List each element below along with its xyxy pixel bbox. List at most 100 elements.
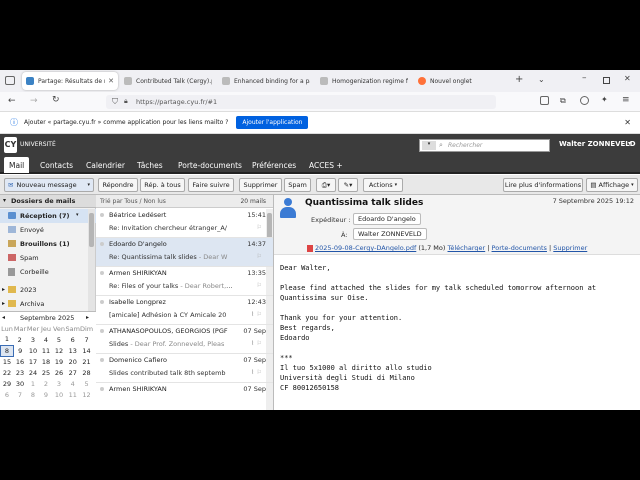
close-icon[interactable]: ✕ xyxy=(108,77,114,85)
day-cell-today[interactable]: 8 xyxy=(0,344,14,357)
recipient-chip[interactable]: Walter ZONNEVELD xyxy=(353,228,427,240)
day-cell[interactable]: 18 xyxy=(40,356,53,367)
day-cell[interactable]: 23 xyxy=(14,367,27,378)
day-cell[interactable]: 4 xyxy=(40,334,53,345)
pocket-icon[interactable] xyxy=(540,96,549,105)
menu-icon[interactable]: ≡ xyxy=(622,95,630,105)
folder-spam[interactable]: Spam xyxy=(0,251,96,265)
forward-icon[interactable]: → xyxy=(30,96,38,106)
back-icon[interactable]: ← xyxy=(8,96,16,106)
day-cell[interactable]: 7 xyxy=(80,334,93,345)
actions-button[interactable]: Actions ▾ xyxy=(363,178,403,192)
day-cell[interactable]: 25 xyxy=(40,367,53,378)
unread-dot-icon[interactable] xyxy=(100,213,104,217)
chevron-down-icon[interactable]: ▾ xyxy=(3,197,6,204)
day-cell[interactable]: 7 xyxy=(14,389,27,400)
day-cell[interactable]: 15 xyxy=(1,356,14,367)
day-cell[interactable]: 2 xyxy=(14,334,27,345)
search-input[interactable]: Rechercher xyxy=(448,142,482,149)
tab-preferences[interactable]: Préférences xyxy=(247,157,301,173)
chevron-right-icon[interactable]: ▸ xyxy=(2,300,5,307)
display-button[interactable]: ▤ Affichage ▾ xyxy=(586,178,638,192)
list-item-selected[interactable]: Edoardo D'angelo 14:37 Re: Quantissima t… xyxy=(96,238,273,267)
folder-inbox[interactable]: Réception (7) ▾ xyxy=(0,209,96,223)
tab-enhanced-binding[interactable]: Enhanced binding for a partic xyxy=(218,72,314,90)
account-icon[interactable] xyxy=(580,96,589,105)
day-cell[interactable]: 16 xyxy=(14,356,27,367)
extensions-icon[interactable]: ⧉ xyxy=(560,96,566,106)
read-more-button[interactable]: Lire plus d'informations xyxy=(503,178,583,192)
new-tab-icon[interactable]: + xyxy=(515,74,523,85)
spam-button[interactable]: Spam xyxy=(284,178,311,192)
day-cell[interactable]: 6 xyxy=(1,389,14,400)
forward-button[interactable]: Faire suivre xyxy=(188,178,234,192)
day-cell[interactable]: 22 xyxy=(1,367,14,378)
unread-dot-icon[interactable] xyxy=(100,242,104,246)
chevron-right-icon[interactable]: ▸ xyxy=(2,286,5,293)
puzzle-icon[interactable]: ✦ xyxy=(601,95,608,104)
search-type-icon[interactable]: ▾ xyxy=(422,141,436,150)
tab-partage[interactable]: Partage: Résultats de rech ✕ xyxy=(22,72,118,90)
day-cell[interactable]: 8 xyxy=(27,389,40,400)
tab-contributed-talk[interactable]: Contributed Talk (Cergy).pdf xyxy=(120,72,216,90)
folder-archiva[interactable]: ▸ Archiva xyxy=(0,297,96,311)
flag-icon[interactable]: ⚐ xyxy=(257,253,262,260)
day-cell[interactable]: 9 xyxy=(14,345,27,356)
day-cell[interactable]: 24 xyxy=(27,367,40,378)
chevron-down-icon[interactable]: ▾ xyxy=(87,182,90,188)
day-cell[interactable]: 10 xyxy=(53,389,66,400)
flag-icon[interactable]: ⚐ xyxy=(257,311,262,318)
reload-icon[interactable]: ↻ xyxy=(52,95,60,105)
tab-homogenization[interactable]: Homogenization regime for s xyxy=(316,72,412,90)
delete-button[interactable]: Supprimer xyxy=(239,178,282,192)
folder-trash[interactable]: Corbeille xyxy=(0,265,96,279)
flag-icon[interactable]: ⚐ xyxy=(257,282,262,289)
day-cell[interactable]: 3 xyxy=(27,334,40,345)
folder-2023[interactable]: ▸ 2023 xyxy=(0,283,96,297)
day-cell[interactable]: 3 xyxy=(53,378,66,389)
list-item[interactable]: Domenico Cafiero 07 Sep Slides contribut… xyxy=(96,354,273,383)
list-item[interactable]: Armen SHIRIKYAN 07 Sep xyxy=(96,383,273,410)
day-cell[interactable]: 26 xyxy=(53,367,66,378)
unread-dot-icon[interactable] xyxy=(100,387,104,391)
delete-attachment-link[interactable]: Supprimer xyxy=(553,244,587,252)
tag-button[interactable]: ✎▾ xyxy=(338,178,358,192)
unread-dot-icon[interactable] xyxy=(100,329,104,333)
day-cell[interactable]: 17 xyxy=(27,356,40,367)
list-item[interactable]: Armen SHIRIKYAN 13:35 Re: Files of your … xyxy=(96,267,273,296)
close-window-icon[interactable]: ✕ xyxy=(624,74,631,83)
documents-link[interactable]: Porte-documents xyxy=(492,244,547,252)
tab-calendar[interactable]: Calendrier xyxy=(81,157,130,173)
reply-all-button[interactable]: Rép. à tous xyxy=(140,178,185,192)
close-icon[interactable]: ✕ xyxy=(624,118,631,127)
list-item[interactable]: Béatrice Ledésert 15:41 Re: Invitation c… xyxy=(96,209,273,238)
tab-new-tab[interactable]: Nouvel onglet xyxy=(414,72,504,90)
minimize-icon[interactable]: – xyxy=(582,73,587,83)
day-cell[interactable]: 27 xyxy=(66,367,80,378)
unread-dot-icon[interactable] xyxy=(100,300,104,304)
new-message-button[interactable]: ✉ Nouveau message ▾ xyxy=(4,178,94,192)
day-cell[interactable]: 14 xyxy=(80,345,93,356)
day-cell[interactable]: 20 xyxy=(66,356,80,367)
day-cell[interactable]: 19 xyxy=(53,356,66,367)
day-cell[interactable]: 6 xyxy=(66,334,80,345)
folder-drafts[interactable]: Brouillons (1) xyxy=(0,237,96,251)
print-button[interactable]: ⎙▾ xyxy=(316,178,336,192)
calendar-prev-icon[interactable]: ◂ xyxy=(2,314,5,321)
chevron-down-icon[interactable]: ▾ xyxy=(628,140,631,147)
reply-button[interactable]: Répondre xyxy=(98,178,138,192)
list-item[interactable]: ATHANASOPOULOS, GEORGIOS (PGF 07 Sep Sli… xyxy=(96,325,273,354)
tab-list-icon[interactable] xyxy=(5,76,15,85)
sort-selector[interactable]: Trié par Tous / Non lus xyxy=(100,198,166,205)
day-cell[interactable]: 29 xyxy=(1,378,14,389)
day-cell[interactable]: 10 xyxy=(27,345,40,356)
tab-acces[interactable]: ACCES + xyxy=(304,157,348,173)
day-cell[interactable]: 11 xyxy=(40,345,53,356)
add-application-button[interactable]: Ajouter l'application xyxy=(236,116,309,129)
day-cell[interactable]: 11 xyxy=(66,389,80,400)
unread-dot-icon[interactable] xyxy=(100,358,104,362)
day-cell[interactable]: 21 xyxy=(80,356,93,367)
day-cell[interactable]: 5 xyxy=(53,334,66,345)
attachment-name[interactable]: 2025-09-08-Cergy-DAngelo.pdf xyxy=(315,244,416,252)
tab-tasks[interactable]: Tâches xyxy=(132,157,168,173)
